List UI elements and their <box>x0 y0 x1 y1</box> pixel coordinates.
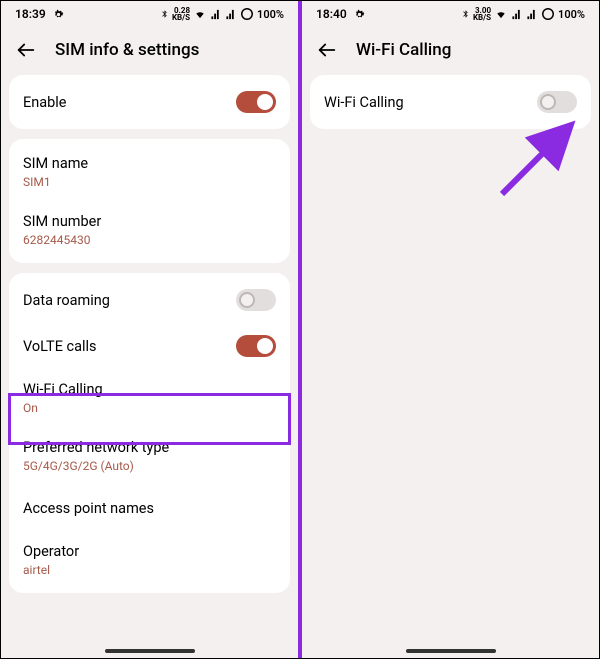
row-value: 5G/4G/3G/2G (Auto) <box>23 459 169 473</box>
row-data-roaming[interactable]: Data roaming <box>9 277 290 323</box>
row-apn[interactable]: Access point names <box>9 485 290 531</box>
battery-percent: 100% <box>558 8 585 21</box>
bluetooth-icon <box>160 8 169 20</box>
row-value: 6282445430 <box>23 233 101 247</box>
content-area: Enable SIM name SIM1 SIM number 62824454… <box>1 75 298 644</box>
row-sim-number[interactable]: SIM number 6282445430 <box>9 201 290 259</box>
wifi-icon <box>494 9 508 20</box>
row-enable[interactable]: Enable <box>9 79 290 125</box>
row-label: Operator <box>23 543 79 560</box>
row-operator[interactable]: Operator airtel <box>9 531 290 589</box>
row-value: SIM1 <box>23 175 88 189</box>
bluetooth-icon <box>461 8 470 20</box>
card-wifi-calling: Wi-Fi Calling <box>310 75 591 129</box>
status-bar: 18:39 0.28KB/S 100% <box>1 1 298 25</box>
card-enable: Enable <box>9 75 290 129</box>
row-label: SIM number <box>23 213 101 230</box>
row-preferred-network[interactable]: Preferred network type 5G/4G/3G/2G (Auto… <box>9 427 290 485</box>
nav-bar <box>1 644 298 658</box>
row-wifi-calling[interactable]: Wi-Fi Calling On <box>9 369 290 427</box>
row-volte[interactable]: VoLTE calls <box>9 323 290 369</box>
phone-right: 18:40 3.00KB/S 100% Wi-Fi Calling Wi-Fi … <box>298 1 599 658</box>
status-time: 18:39 <box>15 7 46 21</box>
row-label: VoLTE calls <box>23 338 97 355</box>
nav-bar <box>302 644 599 658</box>
phone-left: 18:39 0.28KB/S 100% SIM info & settings … <box>1 1 298 658</box>
page-header: SIM info & settings <box>1 25 298 75</box>
card-sim-info: SIM name SIM1 SIM number 6282445430 <box>9 139 290 263</box>
net-speed-indicator: 3.00KB/S <box>473 7 491 21</box>
signal-icon <box>526 9 538 20</box>
toggle-data-roaming[interactable] <box>236 289 276 311</box>
battery-ring-icon <box>240 7 254 21</box>
battery-percent: 100% <box>257 8 284 21</box>
signal-icon <box>210 9 222 20</box>
page-header: Wi-Fi Calling <box>302 25 599 75</box>
back-icon[interactable] <box>316 39 338 61</box>
gear-icon <box>353 8 366 21</box>
toggle-wifi-calling[interactable] <box>537 91 577 113</box>
nav-pill[interactable] <box>406 649 496 653</box>
row-sim-name[interactable]: SIM name SIM1 <box>9 143 290 201</box>
wifi-icon <box>193 9 207 20</box>
row-label: Data roaming <box>23 292 110 309</box>
row-label: Wi-Fi Calling <box>23 381 103 398</box>
row-label: SIM name <box>23 155 88 172</box>
row-wifi-calling[interactable]: Wi-Fi Calling <box>310 79 591 125</box>
row-label: Preferred network type <box>23 439 169 456</box>
nav-pill[interactable] <box>105 649 195 653</box>
row-value: On <box>23 401 103 415</box>
toggle-volte[interactable] <box>236 335 276 357</box>
signal-icon <box>511 9 523 20</box>
status-time: 18:40 <box>316 7 347 21</box>
status-bar: 18:40 3.00KB/S 100% <box>302 1 599 25</box>
row-label: Enable <box>23 94 67 111</box>
battery-ring-icon <box>541 7 555 21</box>
page-title: Wi-Fi Calling <box>356 40 451 60</box>
page-title: SIM info & settings <box>55 40 199 60</box>
row-label: Wi-Fi Calling <box>324 94 404 111</box>
row-value: airtel <box>23 563 79 577</box>
back-icon[interactable] <box>15 39 37 61</box>
card-network: Data roaming VoLTE calls Wi-Fi Calling O… <box>9 273 290 593</box>
signal-icon <box>225 9 237 20</box>
content-area: Wi-Fi Calling <box>302 75 599 644</box>
toggle-enable[interactable] <box>236 91 276 113</box>
net-speed-indicator: 0.28KB/S <box>172 7 190 21</box>
row-label: Access point names <box>23 500 154 517</box>
gear-icon <box>52 8 65 21</box>
